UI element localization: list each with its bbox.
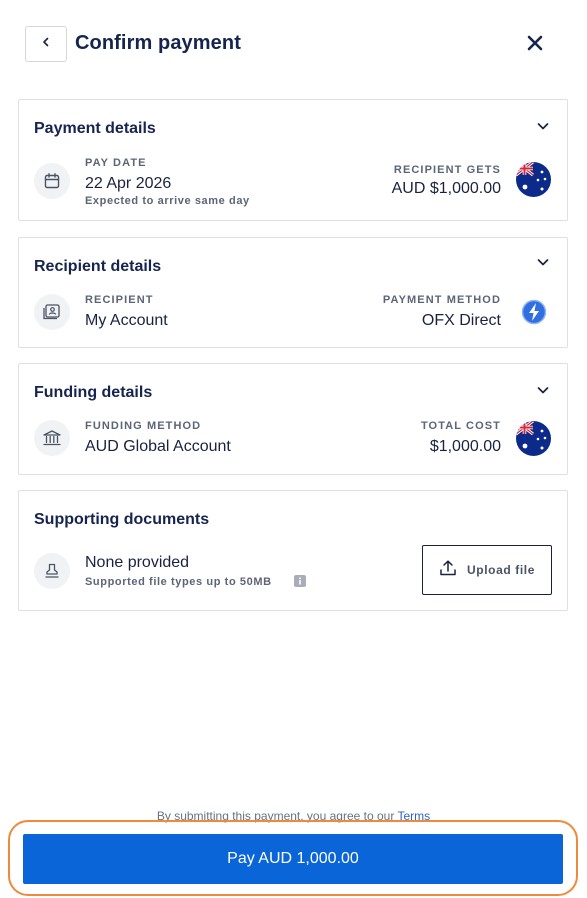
funding-details-title: Funding details xyxy=(34,384,153,401)
funding-method-label: FUNDING METHOD xyxy=(85,420,202,432)
recipient-details-toggle[interactable] xyxy=(535,256,551,272)
payment-details-toggle[interactable] xyxy=(535,120,551,136)
funding-method-value: AUD Global Account xyxy=(85,438,231,455)
info-icon[interactable] xyxy=(294,575,306,587)
total-cost-label: TOTAL COST xyxy=(420,420,501,432)
arrival-note: Expected to arrive same day xyxy=(85,195,250,207)
back-button[interactable] xyxy=(25,26,67,62)
bank-icon xyxy=(34,420,70,456)
recipient-gets-label: RECIPIENT GETS xyxy=(393,164,501,176)
stamp-icon xyxy=(34,553,70,589)
total-cost-value: $1,000.00 xyxy=(429,438,501,455)
upload-icon xyxy=(439,559,457,582)
payment-details-title: Payment details xyxy=(34,120,156,137)
documents-status: None provided xyxy=(85,554,190,571)
close-icon xyxy=(527,35,543,56)
funding-details-card: Funding details FUNDING METHOD AUD Globa… xyxy=(18,363,568,475)
page-title: Confirm payment xyxy=(75,32,241,54)
recipient-value: My Account xyxy=(85,312,168,329)
australia-flag-icon xyxy=(516,162,551,197)
supporting-documents-card: Supporting documents None provided Suppo… xyxy=(18,490,568,611)
payment-method-label: PAYMENT METHOD xyxy=(382,294,501,306)
funding-details-toggle[interactable] xyxy=(535,384,551,400)
recipient-label: RECIPIENT xyxy=(85,294,154,306)
file-types-note: Supported file types up to 50MB xyxy=(85,576,272,588)
pay-button[interactable]: Pay AUD 1,000.00 xyxy=(23,834,563,884)
upload-file-label: Upload file xyxy=(467,563,535,577)
chevron-down-icon xyxy=(536,255,550,274)
recipient-gets-value: AUD $1,000.00 xyxy=(391,180,501,197)
lightning-icon xyxy=(521,299,547,325)
upload-file-button[interactable]: Upload file xyxy=(422,545,552,595)
payment-method-value: OFX Direct xyxy=(421,312,501,329)
recipient-details-title: Recipient details xyxy=(34,258,162,275)
australia-flag-icon xyxy=(516,421,551,456)
confirm-payment-page: Confirm payment Payment details PAY DATE… xyxy=(0,0,587,898)
header: Confirm payment xyxy=(0,0,587,90)
pay-button-label: Pay AUD 1,000.00 xyxy=(227,850,359,867)
chevron-down-icon xyxy=(536,119,550,138)
contact-card-icon xyxy=(34,294,70,330)
pay-date-value: 22 Apr 2026 xyxy=(85,175,172,192)
close-button[interactable] xyxy=(522,32,548,58)
pay-date-label: PAY DATE xyxy=(85,157,147,169)
payment-details-card: Payment details PAY DATE 22 Apr 2026 Exp… xyxy=(18,99,568,221)
supporting-documents-title: Supporting documents xyxy=(34,511,210,528)
chevron-down-icon xyxy=(536,383,550,402)
chevron-left-icon xyxy=(40,35,52,53)
calendar-icon xyxy=(34,163,70,199)
recipient-details-card: Recipient details RECIPIENT My Account P… xyxy=(18,237,568,348)
